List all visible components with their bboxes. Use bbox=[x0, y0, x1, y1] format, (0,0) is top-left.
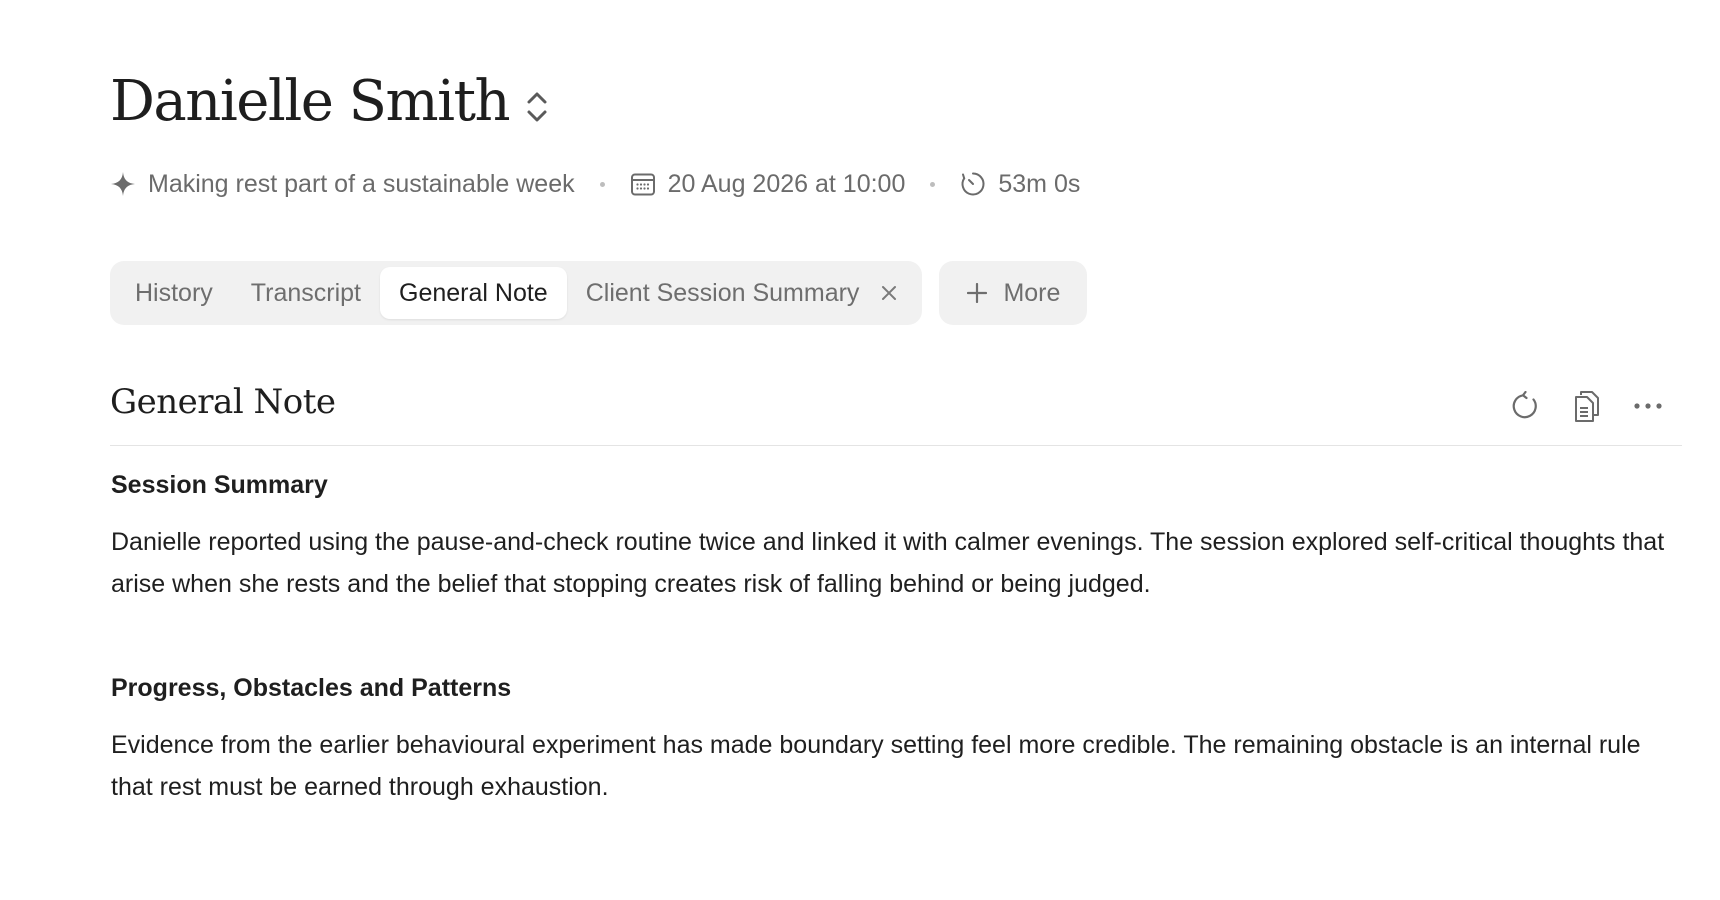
refresh-icon[interactable] bbox=[1504, 384, 1548, 428]
note-title: General Note bbox=[110, 382, 336, 422]
more-tabs-button[interactable]: More bbox=[939, 261, 1088, 325]
section-text: Evidence from the earlier behavioural ex… bbox=[111, 731, 1641, 801]
title-row: Danielle Smith bbox=[110, 66, 549, 138]
session-meta: Making rest part of a sustainable week 2… bbox=[110, 166, 1080, 202]
session-topic-label: Making rest part of a sustainable week bbox=[148, 169, 575, 198]
more-tabs-label: More bbox=[1003, 278, 1061, 307]
section-heading: Session Summary bbox=[111, 471, 328, 499]
note-body: Session Summary Danielle reported using … bbox=[111, 466, 1681, 808]
more-horizontal-icon[interactable] bbox=[1626, 384, 1670, 428]
client-name: Danielle Smith bbox=[110, 69, 511, 134]
note-section: Progress, Obstacles and Patterns Evidenc… bbox=[111, 669, 1681, 808]
session-date: 20 Aug 2026 at 10:00 bbox=[630, 169, 906, 199]
copy-icon[interactable] bbox=[1565, 384, 1609, 428]
plus-icon bbox=[967, 283, 988, 303]
tab-bar: History Transcript General Note Client S… bbox=[110, 261, 1088, 325]
tab-history[interactable]: History bbox=[116, 267, 232, 319]
section-text: Danielle reported using the pause-and-ch… bbox=[111, 528, 1665, 598]
session-duration-label: 53m 0s bbox=[998, 169, 1081, 198]
chevron-up-down-icon[interactable] bbox=[525, 87, 549, 127]
tab-client-session-summary-label: Client Session Summary bbox=[585, 278, 860, 307]
note-section: Session Summary Danielle reported using … bbox=[111, 466, 1681, 605]
tab-general-note[interactable]: General Note bbox=[380, 267, 567, 319]
timer-icon bbox=[960, 171, 986, 197]
session-duration: 53m 0s bbox=[960, 170, 1080, 199]
calendar-icon bbox=[630, 171, 656, 197]
meta-separator bbox=[599, 181, 605, 187]
sparkle-icon bbox=[110, 171, 136, 197]
tab-group: History Transcript General Note Client S… bbox=[110, 261, 923, 325]
note-actions bbox=[1487, 384, 1670, 428]
session-page: Danielle Smith Making rest part of a sus… bbox=[110, 0, 1682, 900]
meta-separator bbox=[930, 181, 936, 187]
session-topic: Making rest part of a sustainable week bbox=[110, 170, 575, 199]
tab-client-session-summary[interactable]: Client Session Summary bbox=[567, 267, 917, 319]
section-heading: Progress, Obstacles and Patterns bbox=[111, 674, 512, 702]
close-icon[interactable] bbox=[881, 285, 897, 301]
note-header: General Note bbox=[110, 376, 1682, 446]
tab-transcript[interactable]: Transcript bbox=[232, 267, 380, 319]
session-date-label: 20 Aug 2026 at 10:00 bbox=[667, 169, 906, 198]
